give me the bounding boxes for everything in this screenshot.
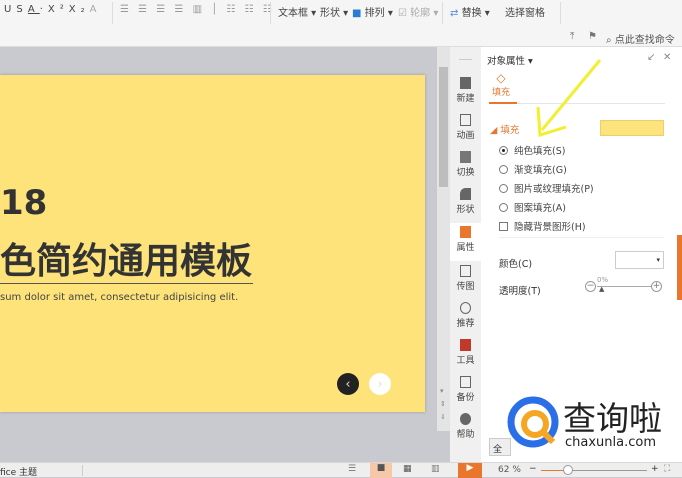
underline-button[interactable]: U: [4, 4, 16, 15]
help-icon: [460, 413, 471, 425]
backup-icon: [460, 376, 471, 388]
clear-format-button[interactable]: A: [90, 4, 102, 15]
arrange-icon: ■: [352, 8, 362, 19]
slide-canvas[interactable]: 18 色简约通用模板 sum dolor sit amet, consectet…: [0, 75, 425, 412]
search-icon: ⌕: [606, 35, 612, 46]
theme-name: fice 主题: [0, 468, 38, 478]
strikethrough-button[interactable]: S: [16, 4, 28, 15]
title-underline: [0, 283, 253, 284]
tab-upload-image[interactable]: 传图: [450, 265, 481, 292]
tab-animation[interactable]: 动画: [450, 114, 481, 141]
next-arrow-icon[interactable]: ›: [369, 373, 391, 395]
panel-title[interactable]: 对象属性 ▾: [487, 53, 533, 67]
dock-icon[interactable]: ↙: [647, 52, 655, 63]
image-icon: [460, 265, 471, 277]
replace-button[interactable]: ⇄ 替换 ▾: [450, 4, 490, 19]
tab-properties[interactable]: 属性: [450, 223, 481, 261]
decrease-icon: −: [585, 281, 596, 292]
command-search[interactable]: ⌕ 点此查找命令: [606, 31, 675, 46]
align-icons[interactable]: ☰ ☰ ☰ ☰ ▥ │ ☷ ☷ ☷: [120, 4, 275, 15]
tab-shape[interactable]: 形状: [450, 188, 481, 215]
divider: [442, 2, 443, 24]
zoom-thumb: [563, 465, 573, 475]
divider: [112, 2, 113, 24]
textbox-button[interactable]: 文本框 ▾: [278, 4, 316, 19]
shape-icon: [460, 188, 471, 200]
fit-window-icon[interactable]: ⛶: [664, 464, 670, 474]
fill-section-header[interactable]: ◢ 填充: [490, 122, 519, 136]
zoom-level[interactable]: 62 %: [498, 465, 521, 475]
color-dropdown[interactable]: ▾: [615, 251, 664, 269]
fill-tab[interactable]: ◇ 填充: [489, 71, 513, 98]
pattern-fill-radio[interactable]: 图案填充(A): [499, 200, 566, 214]
text-format-buttons[interactable]: USA·X²X₂A: [4, 4, 101, 15]
solid-fill-radio[interactable]: 纯色填充(S): [499, 143, 565, 157]
zoom-out-button[interactable]: −: [529, 464, 537, 474]
gradient-fill-radio[interactable]: 渐变填充(G): [499, 162, 567, 176]
ribbon-toolbar: USA·X²X₂A ☰ ☰ ☰ ☰ ▥ │ ☷ ☷ ☷ 文本框 ▾ 形状 ▾ ■…: [0, 0, 682, 47]
tab-help[interactable]: 帮助: [450, 413, 481, 440]
transition-icon: [460, 151, 471, 163]
paint-bucket-icon: ◇: [496, 71, 506, 85]
picture-fill-radio[interactable]: 图片或纹理填充(P): [499, 181, 594, 195]
increase-icon: +: [651, 281, 662, 292]
shape-button[interactable]: 形状 ▾: [320, 4, 348, 19]
scroll-thumb[interactable]: [439, 67, 448, 187]
flag-icon[interactable]: ⚑: [588, 31, 597, 42]
zoom-slider[interactable]: [541, 465, 647, 475]
color-label: 颜色(C): [499, 259, 533, 270]
status-bar: fice 主题 ☰ ■ ▦ ▥ ▶ 62 % − + ⛶: [0, 462, 682, 478]
sorter-view-icon[interactable]: ▦: [403, 464, 412, 474]
ribbon-icon: [460, 302, 471, 314]
arrange-button[interactable]: ■ 排列 ▾: [352, 4, 393, 19]
watermark-logo: 查询啦 chaxunla.com: [505, 392, 675, 457]
page-nav-icons[interactable]: ▾ ⇕ ⇓: [440, 385, 446, 424]
reading-view-icon[interactable]: ▥: [431, 464, 440, 474]
font-color-button[interactable]: A: [28, 4, 40, 15]
notes-icon[interactable]: ☰: [348, 464, 356, 474]
outline-button[interactable]: ☑ 轮廓 ▾: [398, 4, 438, 19]
slide-year[interactable]: 18: [0, 183, 47, 223]
side-tab-bar: 新建 动画 切换 形状 属性 传图 推荐 工具 备份 帮助: [450, 47, 481, 462]
transparency-slider[interactable]: − 0% ▲ +: [585, 276, 663, 295]
divider: [499, 237, 664, 238]
close-icon[interactable]: ✕: [663, 52, 671, 63]
pin-icon[interactable]: ⤒: [570, 31, 574, 42]
tab-tools[interactable]: 工具: [450, 339, 481, 366]
subscript-button[interactable]: X₂: [69, 4, 90, 15]
grip: [459, 59, 472, 60]
selection-pane-button[interactable]: 选择窗格: [505, 4, 545, 19]
prev-arrow-icon[interactable]: ‹: [337, 373, 359, 395]
tab-indicator: [489, 102, 517, 104]
slider-thumb: ▲: [599, 285, 605, 293]
dropdown-dot: ·: [39, 4, 48, 15]
slide-title[interactable]: 色简约通用模板: [0, 232, 252, 284]
tab-backup[interactable]: 备份: [450, 376, 481, 403]
zoom-in-button[interactable]: +: [651, 464, 659, 474]
magnifier-logo-icon: [507, 396, 559, 448]
tab-recommend[interactable]: 推荐: [450, 302, 481, 329]
divider: [270, 2, 271, 24]
toolbox-icon: [460, 339, 471, 351]
animation-icon: [460, 114, 471, 126]
new-doc-icon: [460, 77, 471, 89]
replace-icon: ⇄: [450, 8, 459, 19]
hide-background-checkbox[interactable]: 隐藏背景图形(H): [499, 219, 586, 233]
divider: [82, 465, 83, 476]
normal-view-icon[interactable]: ■: [370, 463, 392, 478]
transparency-label: 透明度(T): [499, 286, 541, 297]
play-slideshow-button[interactable]: ▶: [458, 463, 482, 478]
properties-icon: [460, 226, 471, 238]
tab-transition[interactable]: 切换: [450, 151, 481, 178]
tab-new[interactable]: 新建: [450, 77, 481, 104]
divider: [560, 2, 561, 24]
panel-edge-tab[interactable]: [677, 235, 682, 300]
slide-subtitle[interactable]: sum dolor sit amet, consectetur adipisic…: [0, 292, 238, 303]
vertical-scrollbar[interactable]: ▾ ⇕ ⇓: [437, 47, 450, 431]
superscript-button[interactable]: X²: [48, 4, 69, 15]
transparency-value: 0%: [597, 276, 609, 284]
yellow-arrow-annotation: [536, 59, 602, 137]
